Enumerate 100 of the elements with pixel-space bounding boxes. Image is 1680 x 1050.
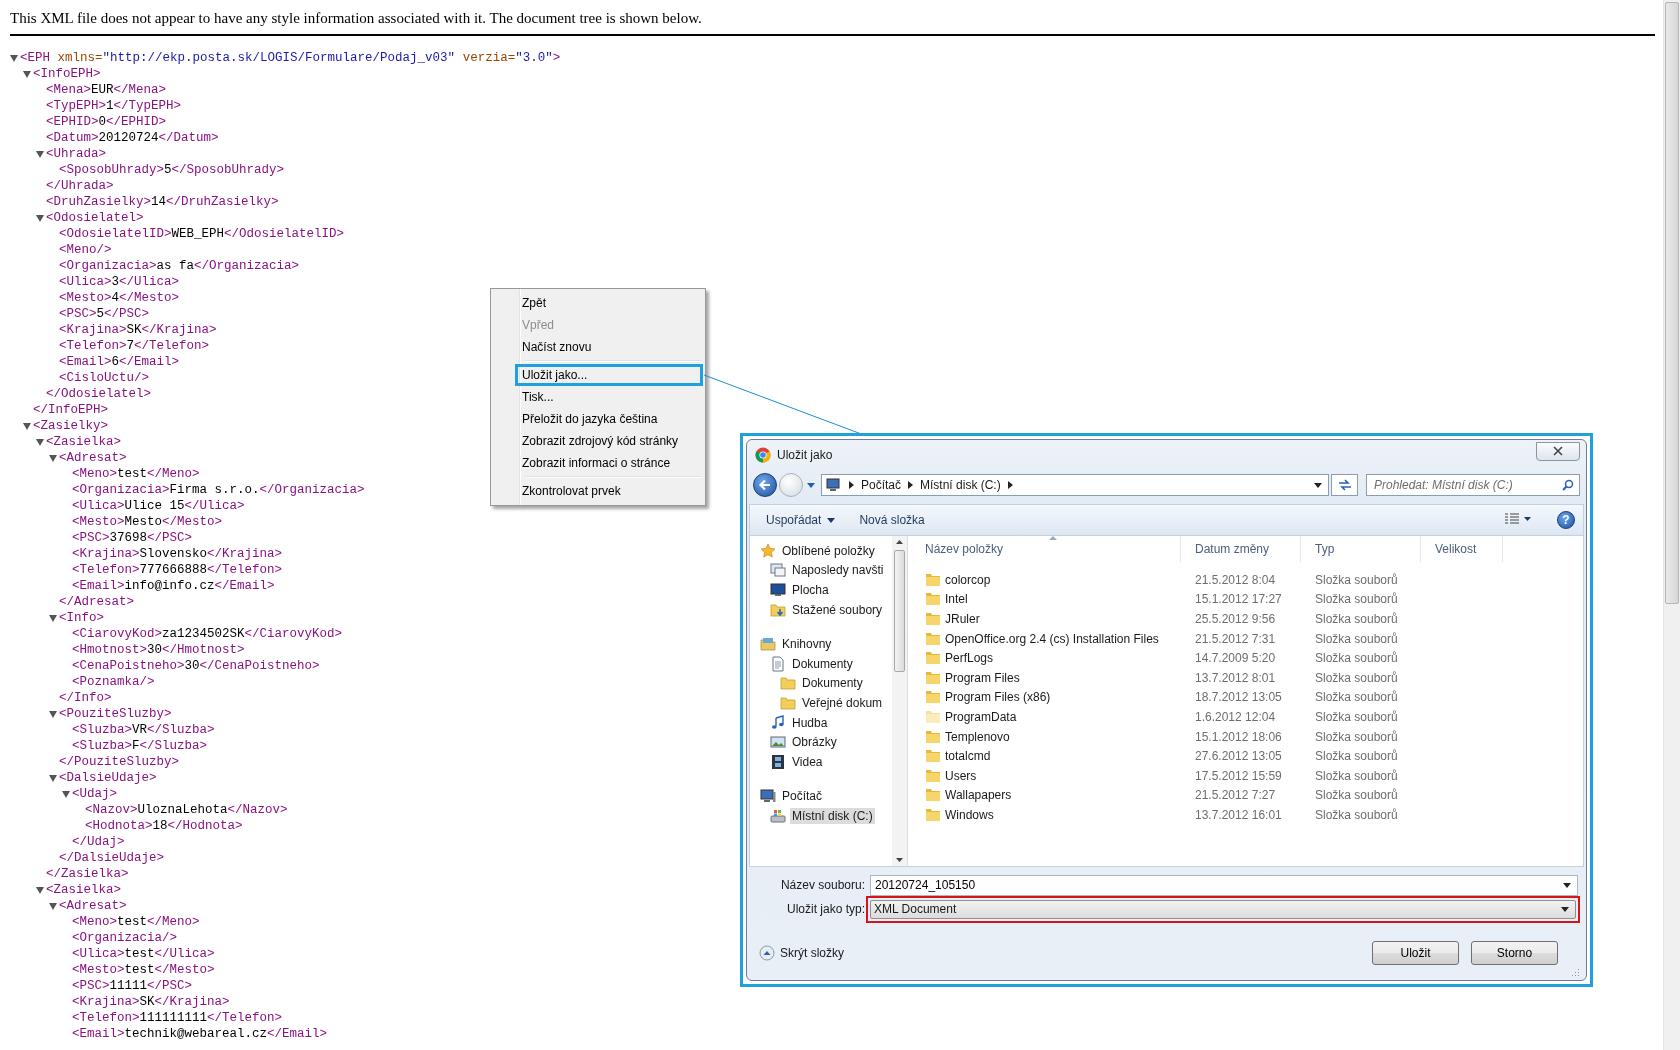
refresh-button[interactable] [1331,474,1358,496]
back-button[interactable] [753,473,777,497]
breadcrumb-arrow-icon[interactable] [1007,481,1013,489]
expand-triangle-icon[interactable] [49,454,57,462]
xml-line: <Mesto>test</Mesto> [72,962,215,978]
expand-triangle-icon[interactable] [49,774,57,782]
breadcrumb-item[interactable]: Místní disk (C:) [920,478,1001,492]
table-cell-text: Složka souborů [1314,709,1399,724]
menu-item[interactable]: Zobrazit zdrojový kód stránky [493,430,703,452]
expand-triangle-icon[interactable] [10,54,18,62]
folder-icon [780,694,796,711]
xml-line: <PSC>5</PSC> [59,306,150,322]
table-cell-text: Složka souborů [1314,612,1399,626]
scroll-up-arrow-icon[interactable] [896,540,903,544]
xml-line: <Mesto>Mesto</Mesto> [72,514,223,530]
file-name[interactable]: OpenOffice.org 2.4 (cs) Installation Files [945,631,1159,646]
scroll-down-arrow-icon[interactable] [896,858,903,862]
table-cell-text: Složka souborů [1314,690,1399,705]
caret-icon[interactable] [807,482,815,488]
expand-triangle-icon[interactable] [49,710,57,718]
column-header[interactable]: Typ [1301,536,1421,562]
scroll-thumb[interactable] [1665,2,1679,604]
expand-triangle-icon[interactable] [36,886,44,894]
expand-triangle-icon[interactable] [36,150,44,158]
table-cell-text: Složka souborů [1314,572,1399,587]
dialog-button[interactable]: Storno [1471,941,1558,965]
expand-triangle-icon[interactable] [62,790,70,798]
dropdown-arrow-icon[interactable] [1563,882,1571,888]
expand-triangle-icon[interactable] [23,422,31,430]
xml-line: </Zasielka> [46,866,129,882]
file-name[interactable]: Program Files [945,670,1020,685]
file-name[interactable]: Templenovo [945,729,1010,744]
file-name[interactable]: JRuler [945,612,980,626]
filename-combo-box[interactable]: 20120724_105150 [870,874,1578,896]
xml-line: </Uhrada> [46,178,114,194]
toolbar-menu-button[interactable]: Uspořádat [758,510,844,530]
file-name[interactable]: Wallapapers [945,788,1012,803]
file-name[interactable]: totalcmd [945,749,991,764]
search-field[interactable]: Prohledat: Místní disk (C:) [1366,474,1580,496]
close-icon [1553,446,1563,456]
file-name[interactable]: Users [945,768,977,783]
nav-item[interactable]: Dokumenty [790,655,855,672]
toolbar-button[interactable]: Nová složka [851,510,933,530]
menu-item[interactable]: Tisk... [493,386,703,408]
column-header[interactable]: Velikost [1421,536,1503,562]
breadcrumb-arrow-icon[interactable] [908,481,914,489]
nav-item[interactable]: Hudba [790,714,830,731]
nav-item[interactable]: Veřejné dokum [800,694,885,711]
nav-item[interactable]: Stažené soubory [790,601,885,618]
menu-item[interactable]: Přeložit do jazyka čeština [493,408,703,430]
menu-item[interactable]: Zkontrolovat prvek [493,480,703,502]
expand-triangle-icon[interactable] [49,902,57,910]
expand-triangle-icon[interactable] [36,438,44,446]
file-type-dropdown[interactable]: XML Document [870,899,1576,919]
hide-folders-button[interactable]: Skrýt složky [759,945,844,961]
xml-line: <Organizacia>as fa</Organizacia> [59,258,300,274]
xml-line: <Meno>test</Meno> [72,466,200,482]
nav-item[interactable]: Videa [790,753,825,770]
nav-item[interactable]: Oblíbené položky [780,542,877,559]
file-name[interactable]: ProgramData [945,709,1017,724]
expand-triangle-icon[interactable] [23,70,31,78]
resize-grip-icon[interactable] [1570,967,1580,977]
expand-triangle-icon[interactable] [36,214,44,222]
file-name[interactable]: Intel [945,592,968,607]
nav-item[interactable]: Dokumenty [800,675,865,692]
nav-item[interactable]: Počítač [780,788,825,805]
xml-line: </PouziteSluzby> [59,754,180,770]
breadcrumb-item[interactable]: Počítač [861,478,902,492]
breadcrumb-arrow-icon[interactable] [849,481,854,489]
xml-line: <InfoEPH> [33,66,101,82]
expand-triangle-icon[interactable] [49,614,57,622]
scrollbar[interactable] [892,536,907,866]
file-name[interactable]: Windows [945,807,994,822]
close-button[interactable] [1536,441,1580,461]
computer-icon [760,788,776,805]
nav-item[interactable]: Naposledy navšti [790,562,886,579]
menu-item[interactable]: Zobrazit informaci o stránce [493,452,703,474]
address-bar[interactable]: Počítač Místní disk (C:) [821,474,1329,496]
nav-item[interactable]: Místní disk (C:) [790,807,875,824]
field-label: Uložit jako typ: [785,902,866,916]
menu-item[interactable]: Načíst znovu [493,336,703,358]
dialog-button[interactable]: Uložit [1372,941,1459,965]
xml-line: </Info> [59,690,112,706]
scrollbar[interactable] [1663,0,1680,1050]
file-name[interactable]: Program Files (x86) [945,690,1051,705]
menu-item[interactable]: Uložit jako... [515,364,703,386]
nav-item[interactable]: Knihovny [780,636,834,653]
column-header[interactable]: Datum změny [1181,536,1301,562]
menu-item[interactable]: Zpět [493,292,703,314]
dropdown-arrow-icon[interactable] [1314,482,1322,488]
xml-line: <Mena>EUR</Mena> [46,82,167,98]
file-name[interactable]: colorcop [945,572,991,587]
file-name[interactable]: PerfLogs [945,651,994,666]
music-note-icon [770,714,786,731]
scroll-thumb[interactable] [894,550,905,672]
table-cell-text: 21.5.2012 7:31 [1194,631,1277,646]
xml-line: <Zasielka> [46,434,121,450]
nav-item[interactable]: Plocha [790,582,831,598]
search-icon [1562,479,1574,491]
nav-item[interactable]: Obrázky [790,734,839,751]
